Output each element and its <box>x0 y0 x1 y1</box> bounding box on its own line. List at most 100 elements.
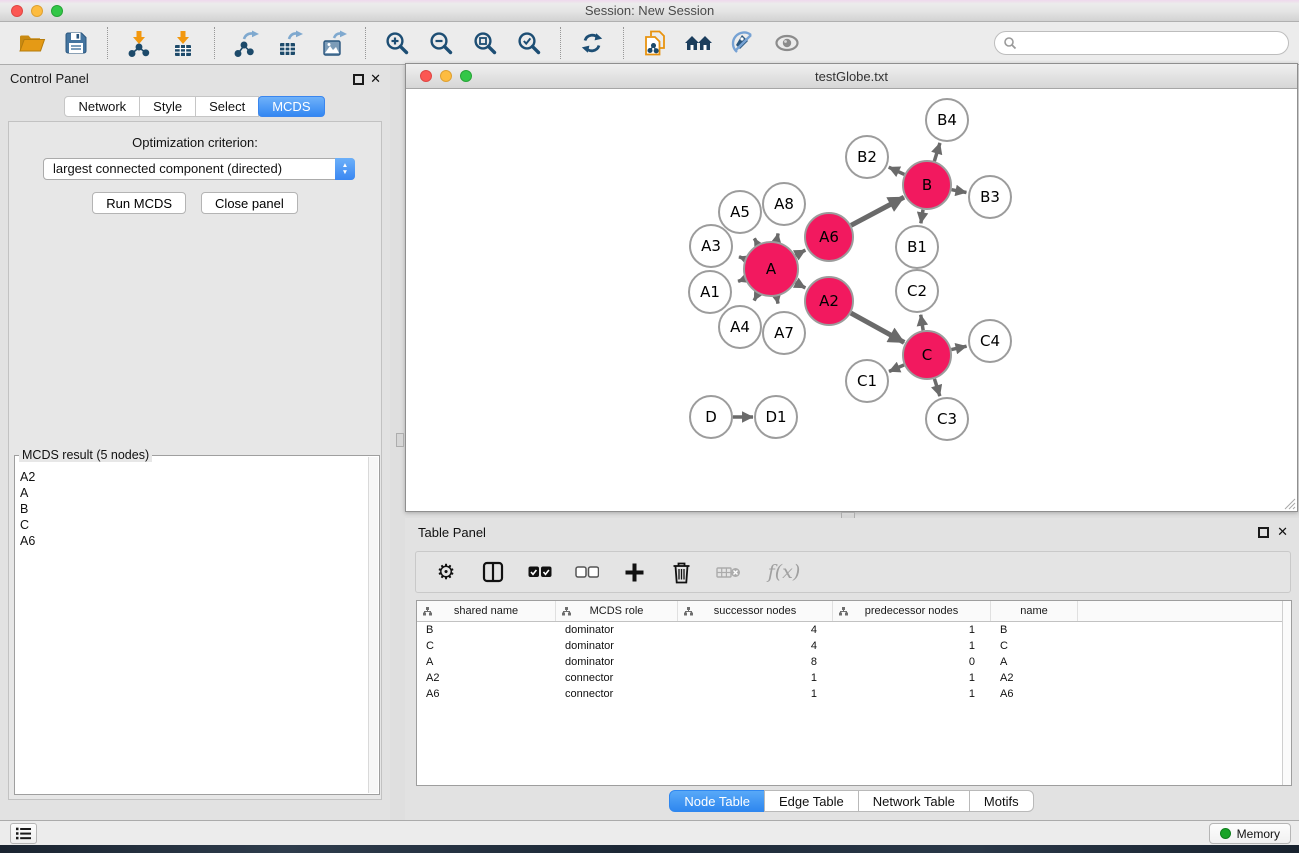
table-cell[interactable]: 1 <box>833 640 991 652</box>
table-cell[interactable]: 1 <box>678 688 833 700</box>
graph-node-A1[interactable]: A1 <box>689 271 731 313</box>
graph-node-B4[interactable]: B4 <box>926 99 968 141</box>
graph-edge-A-A2[interactable] <box>796 283 806 288</box>
tab-style[interactable]: Style <box>139 96 196 117</box>
result-scrollbar[interactable] <box>368 457 378 793</box>
table-cell[interactable]: connector <box>556 688 678 700</box>
zoom-in-button[interactable] <box>379 25 415 61</box>
graph-node-A7[interactable]: A7 <box>763 312 805 354</box>
network-window-titlebar[interactable]: testGlobe.txt <box>406 64 1297 89</box>
table-cell[interactable]: A2 <box>417 672 556 684</box>
tab-node-table[interactable]: Node Table <box>669 790 765 812</box>
window-resize-grip[interactable] <box>1283 497 1296 510</box>
table-cell[interactable]: A <box>991 656 1078 668</box>
zoom-window-button[interactable] <box>51 5 63 17</box>
column-header-name[interactable]: name <box>991 601 1078 621</box>
graph-node-A6[interactable]: A6 <box>805 213 853 261</box>
zoom-fit-button[interactable] <box>467 25 503 61</box>
export-network-button[interactable] <box>228 25 264 61</box>
graph-edge-B-B2[interactable] <box>889 167 905 174</box>
mcds-result-item[interactable]: A6 <box>15 533 379 549</box>
mcds-result-item[interactable]: B <box>15 501 379 517</box>
graph-node-C4[interactable]: C4 <box>969 320 1011 362</box>
table-cell[interactable]: A2 <box>991 672 1078 684</box>
graph-edge-A-A5[interactable] <box>754 238 757 244</box>
graph-node-B3[interactable]: B3 <box>969 176 1011 218</box>
column-header-successor-nodes[interactable]: successor nodes <box>678 601 833 621</box>
table-cell[interactable]: connector <box>556 672 678 684</box>
tab-network-table[interactable]: Network Table <box>858 790 970 812</box>
graph-node-B2[interactable]: B2 <box>846 136 888 178</box>
tab-motifs[interactable]: Motifs <box>969 790 1034 812</box>
graph-edge-A-A1[interactable] <box>738 279 745 282</box>
graph-edge-C-C3[interactable] <box>934 379 939 396</box>
table-row[interactable]: A2connector11A2 <box>417 670 1291 686</box>
graph-node-A2[interactable]: A2 <box>805 277 853 325</box>
float-table-panel-icon[interactable] <box>1258 527 1269 538</box>
column-header-shared-name[interactable]: shared name <box>417 601 556 621</box>
graph-edge-A-A7[interactable] <box>777 296 778 303</box>
table-cell[interactable]: 0 <box>833 656 991 668</box>
refresh-button[interactable] <box>574 25 610 61</box>
criterion-dropdown[interactable]: largest connected component (directed) ▲… <box>43 158 355 180</box>
float-panel-icon[interactable] <box>353 74 364 85</box>
search-input[interactable] <box>1017 33 1288 53</box>
network-minimize-button[interactable] <box>440 70 452 82</box>
zoom-selected-button[interactable] <box>511 25 547 61</box>
graph-edge-A-A4[interactable] <box>754 294 758 301</box>
run-mcds-button[interactable]: Run MCDS <box>92 192 186 214</box>
table-cell[interactable]: B <box>417 624 556 636</box>
tab-select[interactable]: Select <box>195 96 259 117</box>
open-session-button[interactable] <box>14 25 50 61</box>
close-panel-icon[interactable]: ✕ <box>370 71 381 87</box>
close-window-button[interactable] <box>11 5 23 17</box>
graph-node-D1[interactable]: D1 <box>755 396 797 438</box>
mcds-result-item[interactable]: A2 <box>15 469 379 485</box>
delete-table-button[interactable] <box>715 557 741 587</box>
close-panel-button[interactable]: Close panel <box>201 192 298 214</box>
graph-node-A[interactable]: A <box>744 242 798 296</box>
table-cell[interactable]: 8 <box>678 656 833 668</box>
graph-edge-B-B3[interactable] <box>952 190 967 193</box>
table-row[interactable]: Bdominator41B <box>417 622 1291 638</box>
graph-edge-C-C2[interactable] <box>921 315 923 331</box>
import-table-button[interactable] <box>165 25 201 61</box>
table-cell[interactable]: 1 <box>678 672 833 684</box>
graph-edge-B-B4[interactable] <box>934 143 940 161</box>
table-scrollbar[interactable] <box>1282 601 1291 785</box>
graph-edge-C-C4[interactable] <box>951 346 966 349</box>
show-columns-button[interactable] <box>480 557 506 587</box>
table-settings-button[interactable]: ⚙ <box>433 557 459 587</box>
table-row[interactable]: A6connector11A6 <box>417 686 1291 702</box>
table-cell[interactable]: C <box>991 640 1078 652</box>
graph-node-A4[interactable]: A4 <box>719 306 761 348</box>
table-cell[interactable]: dominator <box>556 640 678 652</box>
table-cell[interactable]: A6 <box>417 688 556 700</box>
network-zoom-button[interactable] <box>460 70 472 82</box>
table-cell[interactable]: A6 <box>991 688 1078 700</box>
add-column-button[interactable] <box>621 557 647 587</box>
memory-button[interactable]: Memory <box>1209 823 1291 844</box>
close-table-panel-icon[interactable]: ✕ <box>1277 524 1288 540</box>
table-cell[interactable]: dominator <box>556 656 678 668</box>
tab-edge-table[interactable]: Edge Table <box>764 790 859 812</box>
graph-edge-A6-B[interactable] <box>851 197 904 225</box>
minimize-window-button[interactable] <box>31 5 43 17</box>
mcds-result-item[interactable]: A <box>15 485 379 501</box>
graph-node-A8[interactable]: A8 <box>763 183 805 225</box>
table-cell[interactable]: B <box>991 624 1078 636</box>
export-image-button[interactable] <box>316 25 352 61</box>
graph-edge-B-B1[interactable] <box>921 210 923 224</box>
show-hide-graphics-details-button[interactable] <box>769 25 805 61</box>
tab-network[interactable]: Network <box>64 96 140 117</box>
graph-edge-A-A3[interactable] <box>739 257 745 259</box>
column-header-mcds-role[interactable]: MCDS role <box>556 601 678 621</box>
column-header-predecessor-nodes[interactable]: predecessor nodes <box>833 601 991 621</box>
graph-edge-A-A6[interactable] <box>796 250 806 255</box>
panel-splitter-grip[interactable] <box>396 433 404 447</box>
graph-node-C[interactable]: C <box>903 331 951 379</box>
graph-edge-C-C1[interactable] <box>889 365 904 372</box>
graph-edge-A2-C[interactable] <box>851 313 904 342</box>
export-table-button[interactable] <box>272 25 308 61</box>
toggle-annotations-button[interactable] <box>725 25 761 61</box>
